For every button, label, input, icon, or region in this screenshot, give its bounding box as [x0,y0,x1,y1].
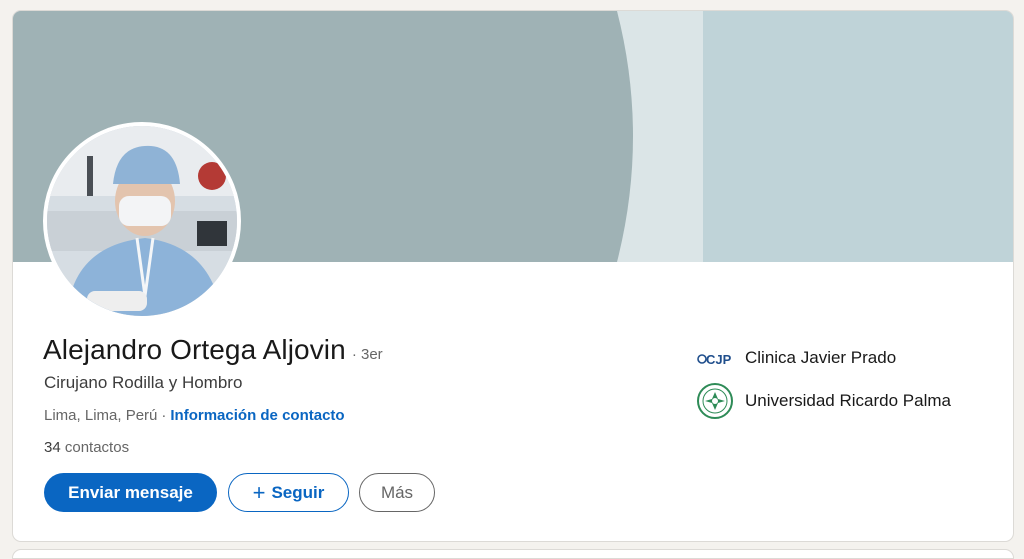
location-separator: · [161,407,167,424]
cjp-logo-text: CJP [706,352,732,367]
send-message-label: Enviar mensaje [68,482,193,502]
connections-label: contactos [64,439,130,456]
location-row: Lima, Lima, Perú · Información de contacto [44,407,345,424]
profile-avatar[interactable] [43,122,241,320]
avatar-photo [47,126,237,316]
connections-count: 34 [44,439,61,456]
contact-info-link[interactable]: Información de contacto [170,407,344,424]
send-message-button[interactable]: Enviar mensaje [44,473,217,512]
next-section-edge [12,549,1014,559]
education-school[interactable]: Universidad Ricardo Palma [696,382,951,420]
follow-label: Seguir [271,482,325,502]
name-row: Alejandro Ortega Aljovin · 3er [43,334,383,366]
connections-row[interactable]: 34 contactos [44,439,129,456]
cjp-logo-icon: CJP [696,339,734,377]
school-name: Universidad Ricardo Palma [745,391,951,410]
profile-location: Lima, Lima, Perú [44,407,158,424]
profile-card: Alejandro Ortega Aljovin · 3er Cirujano … [12,10,1014,542]
company-name: Clinica Javier Prado [745,348,897,367]
current-company[interactable]: CJP Clinica Javier Prado [696,339,896,377]
profile-headline: Cirujano Rodilla y Hombro [44,373,243,392]
connection-degree: · 3er [351,346,383,363]
more-label: Más [380,482,414,502]
follow-button[interactable]: + Seguir [228,473,349,512]
more-button[interactable]: Más [359,473,435,512]
profile-name: Alejandro Ortega Aljovin [43,334,346,365]
plus-icon: + [252,479,266,505]
urp-seal-icon [696,382,734,420]
